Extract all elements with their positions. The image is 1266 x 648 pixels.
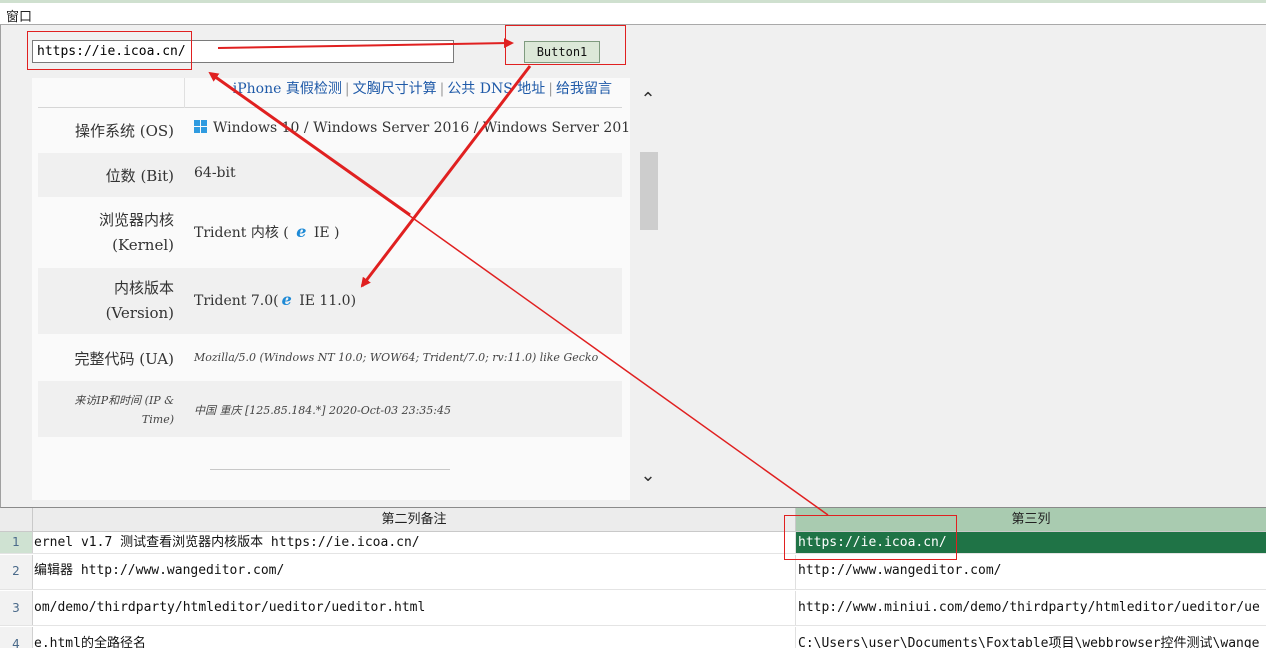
window-title-bar: 窗口: [0, 3, 1266, 25]
info-row-bit: 位数 (Bit) 64-bit: [38, 153, 622, 197]
row-number[interactable]: 4: [0, 627, 33, 648]
chevron-up-icon[interactable]: ⌃: [638, 89, 658, 111]
info-key-ua: 完整代码 (UA): [74, 350, 175, 368]
info-value-version: Trident 7.0(e IE 11.0): [194, 290, 356, 309]
version-value-prefix: Trident 7.0(: [194, 293, 279, 309]
version-key-line1: 内核版本: [113, 279, 174, 297]
webbrowser-view[interactable]: iPhone 真假检测 | 文胸尺寸计算 | 公共 DNS 地址 | 给我留言 操作系统 (…: [32, 78, 630, 500]
column-divider: [184, 78, 185, 108]
data-grid: 第二列备注 第三列 1 ernel v1.7 测试查看浏览器内核版本 https…: [0, 508, 1266, 648]
info-row-ua: 完整代码 (UA) Mozilla/5.0 (Windows NT 10.0; …: [38, 336, 622, 380]
table-row[interactable]: 2 编辑器 http://www.wangeditor.com/ http://…: [0, 555, 1266, 590]
kernel-key-line1: 浏览器内核: [98, 211, 174, 229]
row-number[interactable]: 1: [0, 532, 33, 553]
info-key-kernel: 浏览器内核 (Kernel): [38, 208, 184, 258]
grid-cell[interactable]: ernel v1.7 测试查看浏览器内核版本 https://ie.icoa.c…: [33, 532, 796, 553]
link-separator: |: [439, 81, 445, 97]
grid-cell-selected[interactable]: https://ie.icoa.cn/: [796, 532, 1266, 553]
kernel-key-line2: (Kernel): [112, 236, 174, 254]
navigate-button[interactable]: Button1: [524, 41, 600, 63]
table-row[interactable]: 4 e.html的全路径名 C:\Users\user\Documents\Fo…: [0, 627, 1266, 648]
url-input[interactable]: [32, 40, 454, 63]
top-links-row: iPhone 真假检测 | 文胸尺寸计算 | 公共 DNS 地址 | 给我留言: [38, 78, 622, 108]
info-row-kernel: 浏览器内核 (Kernel) Trident 内核 ( e IE ): [38, 198, 622, 266]
kernel-value-suffix: IE ): [309, 225, 340, 241]
info-key-os: 操作系统 (OS): [74, 122, 174, 140]
version-value-suffix: IE 11.0): [294, 293, 357, 309]
ie-logo-icon: e: [296, 222, 307, 241]
kernel-value-prefix: Trident 内核 (: [194, 225, 294, 241]
table-row[interactable]: 3 om/demo/thirdparty/htmleditor/ueditor/…: [0, 591, 1266, 626]
grid-cell[interactable]: C:\Users\user\Documents\Foxtable项目\webbr…: [796, 627, 1266, 648]
grid-header-col3[interactable]: 第三列: [796, 508, 1266, 532]
ip-time-key-line1: 来访IP和时间 (IP &: [74, 394, 174, 407]
link-leave-message[interactable]: 给我留言: [556, 81, 612, 97]
table-row[interactable]: 1 ernel v1.7 测试查看浏览器内核版本 https://ie.icoa…: [0, 532, 1266, 554]
info-value-ip-time: 中国 重庆 [125.85.184.*] 2020-Oct-03 23:35:4…: [194, 404, 451, 417]
vertical-scroll-thumb[interactable]: [640, 152, 658, 230]
ip-time-key-line2: Time): [141, 413, 174, 426]
link-bra-size[interactable]: 文胸尺寸计算: [353, 81, 437, 97]
grid-header-col2[interactable]: 第二列备注: [33, 508, 796, 532]
ie-logo-icon: e: [281, 290, 292, 309]
windows-logo-icon: [194, 120, 207, 133]
info-value-ua: Mozilla/5.0 (Windows NT 10.0; WOW64; Tri…: [194, 351, 599, 364]
info-row-ip-time: 来访IP和时间 (IP & Time) 中国 重庆 [125.85.184.*]…: [38, 381, 622, 437]
info-key-ip-time: 来访IP和时间 (IP & Time): [38, 391, 184, 429]
link-separator: |: [344, 81, 350, 97]
chevron-down-icon[interactable]: ⌄: [638, 465, 658, 487]
info-row-os: 操作系统 (OS) Windows 10 / Windows Server 20…: [38, 110, 630, 152]
grid-cell[interactable]: e.html的全路径名: [33, 627, 796, 648]
link-public-dns[interactable]: 公共 DNS 地址: [447, 81, 545, 97]
os-value-text: Windows 10 / Windows Server 2016 / Windo…: [213, 120, 630, 136]
info-value-os: Windows 10 / Windows Server 2016 / Windo…: [194, 120, 630, 136]
info-key-version: 内核版本 (Version): [38, 276, 184, 326]
info-value-bit: 64-bit: [194, 165, 236, 181]
grid-cell[interactable]: http://www.miniui.com/demo/thirdparty/ht…: [796, 591, 1266, 625]
version-key-line2: (Version): [105, 304, 174, 322]
info-key-bit: 位数 (Bit): [105, 167, 174, 185]
row-number[interactable]: 3: [0, 591, 33, 625]
row-number[interactable]: 2: [0, 555, 33, 589]
grid-cell[interactable]: 编辑器 http://www.wangeditor.com/: [33, 555, 796, 589]
grid-rownum-header[interactable]: [0, 508, 33, 532]
footer-divider: [210, 469, 450, 470]
link-separator: |: [548, 81, 553, 97]
info-value-kernel: Trident 内核 ( e IE ): [194, 222, 340, 242]
link-iphone-check[interactable]: iPhone 真假检测: [233, 81, 342, 97]
window-title: 窗口: [6, 10, 33, 25]
grid-cell[interactable]: om/demo/thirdparty/htmleditor/ueditor/ue…: [33, 591, 796, 625]
info-row-version: 内核版本 (Version) Trident 7.0(e IE 11.0): [38, 268, 622, 334]
top-links: iPhone 真假检测 | 文胸尺寸计算 | 公共 DNS 地址 | 给我留言: [233, 78, 612, 98]
grid-cell[interactable]: http://www.wangeditor.com/: [796, 555, 1266, 589]
